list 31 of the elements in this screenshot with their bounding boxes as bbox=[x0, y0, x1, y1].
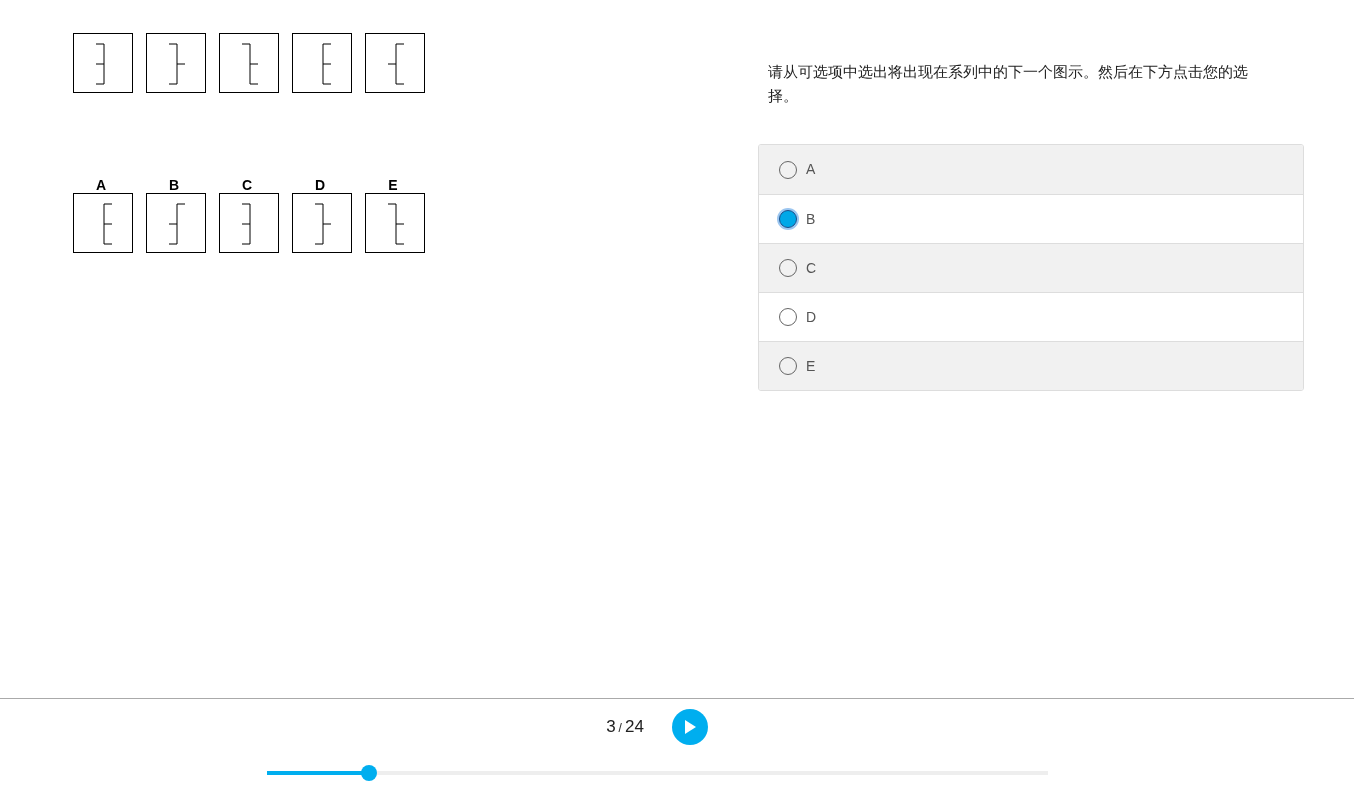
bracket-drawing bbox=[168, 43, 186, 85]
question-text: 请从可选项中选出将出现在系列中的下一个图示。然后在下方点击您的选择。 bbox=[767, 62, 1249, 107]
option-label: D bbox=[806, 307, 817, 327]
play-icon bbox=[683, 720, 696, 734]
answer-option[interactable]: E bbox=[759, 341, 1303, 390]
option-label: A bbox=[806, 160, 816, 179]
option-label: E bbox=[806, 356, 816, 376]
bracket-drawing bbox=[387, 43, 405, 85]
bracket-drawing bbox=[241, 203, 251, 245]
figure-label: E bbox=[388, 177, 398, 193]
next-button[interactable] bbox=[671, 709, 708, 745]
option-label: C bbox=[806, 258, 817, 278]
radio-button[interactable] bbox=[779, 210, 797, 228]
option-label: B bbox=[806, 209, 816, 229]
bracket-drawing bbox=[168, 203, 186, 245]
figure-label: C bbox=[241, 177, 253, 193]
figure-label: B bbox=[168, 177, 180, 193]
figure-label: A bbox=[95, 177, 107, 193]
page-current: 3 bbox=[606, 716, 616, 739]
progress-thumb[interactable] bbox=[360, 765, 377, 781]
figure-label: D bbox=[314, 177, 326, 193]
page-separator: / bbox=[618, 720, 622, 738]
answer-option[interactable]: C bbox=[759, 243, 1303, 292]
bracket-drawing bbox=[95, 43, 105, 85]
bracket-drawing bbox=[103, 203, 113, 245]
bracket-drawing bbox=[322, 43, 332, 85]
page-total: 24 bbox=[624, 716, 644, 739]
answer-option[interactable]: A bbox=[759, 145, 1303, 194]
bracket-drawing bbox=[314, 203, 332, 245]
bracket-drawing bbox=[241, 43, 259, 85]
bracket-drawing bbox=[387, 203, 405, 245]
